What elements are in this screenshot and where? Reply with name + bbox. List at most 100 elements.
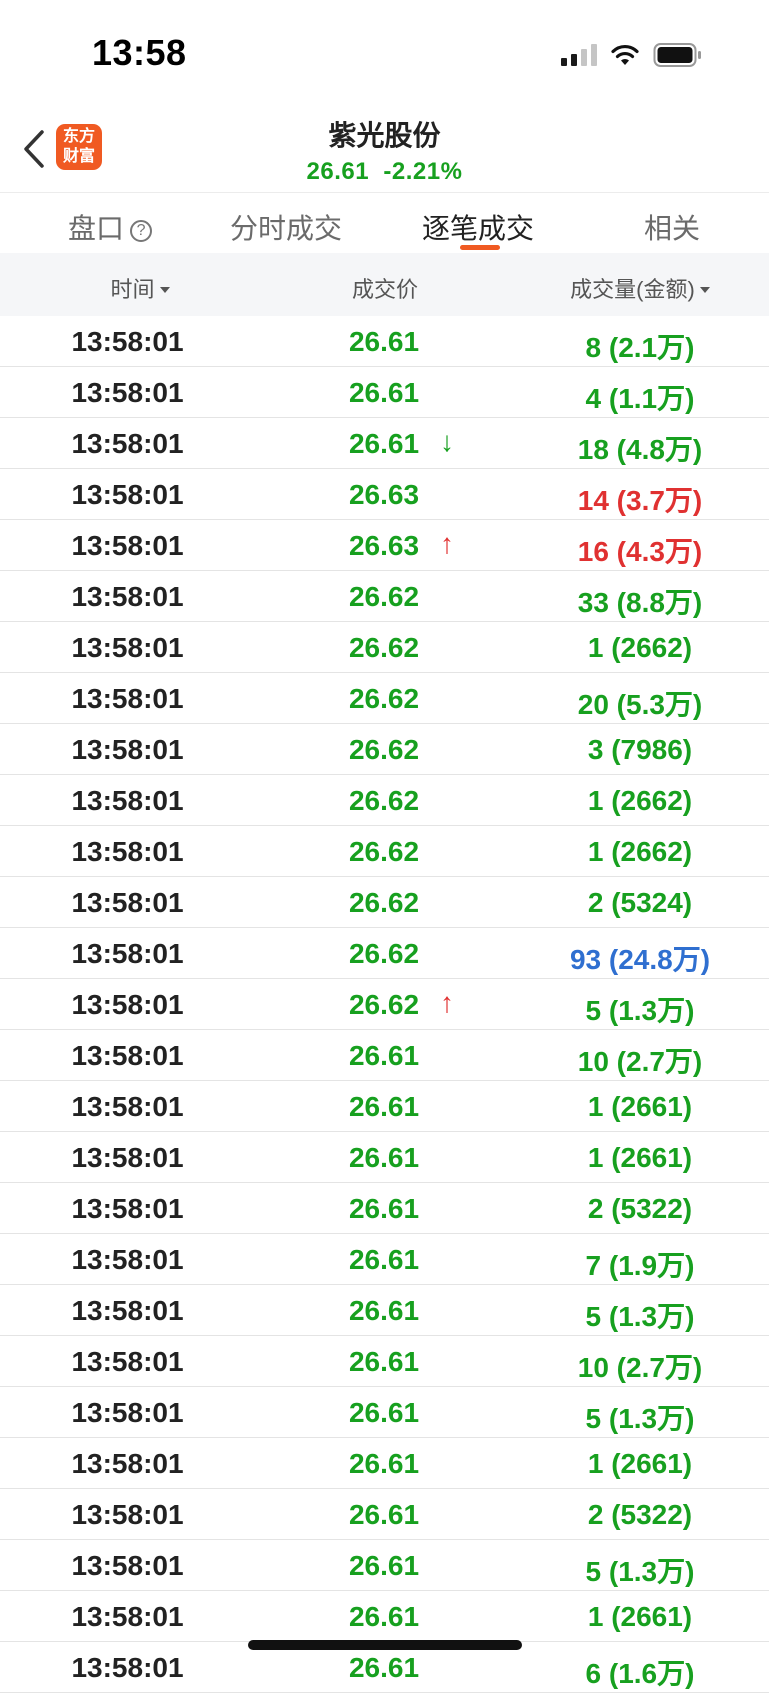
table-row[interactable]: 13:58:01 26.61 10 (2.7万): [0, 1336, 769, 1387]
table-row[interactable]: 13:58:01 26.62 3 (7986): [0, 724, 769, 775]
trade-time: 13:58:01: [71, 887, 184, 918]
stock-header: 东方 财富 紫光股份 26.61 -2.21%: [0, 110, 769, 192]
cellular-signal-icon: [561, 44, 597, 66]
trade-time: 13:58:01: [71, 1091, 184, 1122]
table-row[interactable]: 13:58:01 26.61 10 (2.7万): [0, 1030, 769, 1081]
table-row[interactable]: 13:58:01 26.62 20 (5.3万): [0, 673, 769, 724]
trade-volume: 2 (5322): [587, 1193, 693, 1224]
trade-volume: 1 (2661): [587, 1142, 693, 1173]
status-bar: 13:58: [0, 0, 769, 110]
trade-volume: 1 (2662): [587, 632, 693, 663]
trade-volume: 20 (5.3万): [577, 689, 703, 720]
trade-price: 26.61: [348, 1244, 420, 1275]
table-row[interactable]: 13:58:01 26.62 33 (8.8万): [0, 571, 769, 622]
column-price: 成交价: [310, 272, 460, 304]
trade-volume: 1 (2661): [587, 1448, 693, 1479]
trade-time: 13:58:01: [71, 428, 184, 459]
trade-time: 13:58:01: [71, 530, 184, 561]
trade-price: 26.62: [348, 683, 420, 714]
trade-time: 13:58:01: [71, 836, 184, 867]
help-icon[interactable]: ?: [130, 220, 153, 242]
trade-time: 13:58:01: [71, 1448, 184, 1479]
trade-volume: 1 (2662): [587, 836, 693, 867]
arrow-down-icon: ↓: [440, 426, 454, 457]
tab-related[interactable]: 相关: [644, 207, 700, 247]
arrow-up-icon: ↑: [440, 987, 454, 1018]
tab-pankou[interactable]: 盘口?: [68, 207, 153, 247]
trade-time: 13:58:01: [71, 1193, 184, 1224]
trade-time: 13:58:01: [71, 785, 184, 816]
trade-time: 13:58:01: [71, 683, 184, 714]
trade-price: 26.61: [348, 377, 420, 408]
trade-volume: 18 (4.8万): [577, 434, 703, 465]
column-volume[interactable]: 成交量(金额): [540, 272, 740, 304]
column-header: 时间 成交价 成交量(金额): [0, 253, 769, 316]
trade-volume: 5 (1.3万): [585, 1403, 695, 1434]
trade-time: 13:58:01: [71, 1499, 184, 1530]
trade-price: 26.61: [348, 1601, 420, 1632]
tab-tick-trades[interactable]: 逐笔成交: [422, 207, 534, 247]
trade-price: 26.62: [348, 836, 420, 867]
status-time: 13:58: [92, 32, 187, 73]
battery-icon: [653, 43, 701, 67]
trade-price: 26.62: [348, 632, 420, 663]
table-row[interactable]: 13:58:01 26.61 2 (5322): [0, 1489, 769, 1540]
trade-volume: 1 (2661): [587, 1091, 693, 1122]
column-volume-label: 成交量(金额): [570, 277, 695, 302]
table-row[interactable]: 13:58:01 26.61 5 (1.3万): [0, 1285, 769, 1336]
active-tab-indicator: [460, 245, 500, 250]
table-row[interactable]: 13:58:01 26.61 2 (5322): [0, 1183, 769, 1234]
caret-down-icon: [699, 287, 710, 293]
table-row[interactable]: 13:58:01 26.62 ↑ 5 (1.3万): [0, 979, 769, 1030]
trade-volume: 10 (2.7万): [577, 1046, 703, 1077]
trade-volume: 7 (1.9万): [585, 1250, 695, 1281]
table-row[interactable]: 13:58:01 26.63 14 (3.7万): [0, 469, 769, 520]
trade-volume: 16 (4.3万): [577, 536, 703, 567]
trade-time: 13:58:01: [71, 632, 184, 663]
trade-volume: 5 (1.3万): [585, 1556, 695, 1587]
trade-volume: 93 (24.8万): [569, 944, 711, 975]
trade-price: 26.63: [348, 530, 420, 561]
table-row[interactable]: 13:58:01 26.61 ↓ 18 (4.8万): [0, 418, 769, 469]
table-row[interactable]: 13:58:01 26.61 1 (2661): [0, 1081, 769, 1132]
table-row[interactable]: 13:58:01 26.61 8 (2.1万): [0, 316, 769, 367]
table-row[interactable]: 13:58:01 26.61 4 (1.1万): [0, 367, 769, 418]
trade-time: 13:58:01: [71, 989, 184, 1020]
table-row[interactable]: 13:58:01 26.62 1 (2662): [0, 826, 769, 877]
trade-price: 26.62: [348, 785, 420, 816]
trade-price: 26.61: [348, 1193, 420, 1224]
table-row[interactable]: 13:58:01 26.62 1 (2662): [0, 622, 769, 673]
trade-time: 13:58:01: [71, 1244, 184, 1275]
table-row[interactable]: 13:58:01 26.61 1 (2661): [0, 1132, 769, 1183]
table-row[interactable]: 13:58:01 26.61 1 (2661): [0, 1438, 769, 1489]
trade-price: 26.61: [348, 1091, 420, 1122]
trade-price: 26.62: [348, 887, 420, 918]
trade-price: 26.63: [348, 479, 420, 510]
trade-price: 26.61: [348, 1652, 420, 1683]
table-row[interactable]: 13:58:01 26.63 ↑ 16 (4.3万): [0, 520, 769, 571]
trade-price: 26.61: [348, 1550, 420, 1581]
trade-volume: 4 (1.1万): [585, 383, 695, 414]
trade-price: 26.61: [348, 1397, 420, 1428]
column-time[interactable]: 时间: [60, 272, 220, 304]
trade-price: 26.62: [348, 938, 420, 969]
trade-time: 13:58:01: [71, 581, 184, 612]
table-row[interactable]: 13:58:01 26.61 1 (2661): [0, 1591, 769, 1642]
table-row[interactable]: 13:58:01 26.61 5 (1.3万): [0, 1540, 769, 1591]
tab-label: 分时成交: [230, 213, 343, 244]
tick-trade-list[interactable]: 13:58:01 26.61 8 (2.1万) 13:58:01 26.61 4 (1.1…: [0, 316, 769, 1693]
table-row[interactable]: 13:58:01 26.62 2 (5324): [0, 877, 769, 928]
trade-time: 13:58:01: [71, 1295, 184, 1326]
tab-minute-trades[interactable]: 分时成交: [230, 207, 342, 247]
status-icons: [561, 42, 703, 68]
tab-label: 盘口: [68, 213, 125, 244]
trade-time: 13:58:01: [71, 1550, 184, 1581]
table-row[interactable]: 13:58:01 26.62 93 (24.8万): [0, 928, 769, 979]
home-indicator[interactable]: [248, 1640, 522, 1650]
table-row[interactable]: 13:58:01 26.61 7 (1.9万): [0, 1234, 769, 1285]
trade-price: 26.61: [348, 326, 420, 357]
stock-name: 紫光股份: [328, 120, 441, 151]
trade-price: 26.61: [348, 1040, 420, 1071]
table-row[interactable]: 13:58:01 26.61 5 (1.3万): [0, 1387, 769, 1438]
table-row[interactable]: 13:58:01 26.62 1 (2662): [0, 775, 769, 826]
